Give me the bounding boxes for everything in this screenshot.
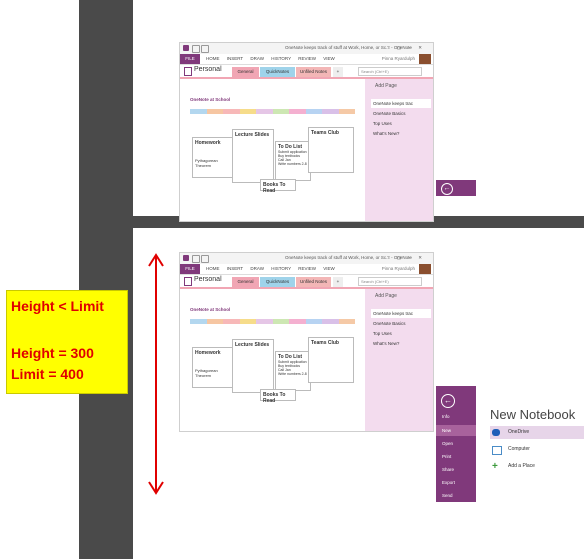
notebook-bar: Personal General QuickNotes Unfiled Note… [180,275,433,289]
tab-quicknotes[interactable]: QuickNotes [260,67,295,77]
page-item[interactable]: OneNote keeps trac [371,99,431,108]
left-dark-bar [79,0,133,559]
nav-share[interactable]: Share [442,467,454,472]
notebook-bar: Personal General QuickNotes Unfiled Note… [180,65,433,79]
color-strip [190,109,355,114]
undo-icon[interactable] [201,45,209,53]
onenote-window-top: OneNote keeps track of stuff at Work, Ho… [179,42,434,222]
height-arrow [148,253,164,495]
nav-export[interactable]: Export [442,480,455,485]
lecture-slides-box[interactable]: Lecture Slides [232,339,274,393]
title-bar: OneNote keeps track of stuff at Work, Ho… [180,43,433,54]
pages-panel: Add Page OneNote keeps trac OneNote Basi… [365,289,433,431]
new-notebook-heading: New Notebook [490,407,576,422]
nav-open[interactable]: Open [442,441,453,446]
teams-club-box[interactable]: Teams Club [308,337,354,383]
height-limit-note: Height < Limit Height = 300 Limit = 400 [6,290,128,394]
page-canvas: OneNote at School Homework Pythagorean T… [180,289,365,431]
window-controls[interactable]: ? ▢ − ✕ [387,255,425,261]
ribbon-tabs[interactable]: HOME INSERT DRAW HISTORY REVIEW VIEW [206,266,335,271]
tab-unfiled-notes[interactable]: Unfiled Notes [296,277,331,287]
search-input[interactable]: Search (Ctrl+E) [358,277,422,286]
tab-quicknotes[interactable]: QuickNotes [260,277,295,287]
back-icon[interactable] [192,45,200,53]
nav-info[interactable]: Info [442,414,450,419]
ribbon: FILE HOME INSERT DRAW HISTORY REVIEW VIE… [180,54,433,65]
page-item[interactable]: Top Uses [371,329,431,338]
notebook-icon [184,67,192,76]
add-page-button[interactable]: Add Page [375,83,397,89]
color-strip [190,319,355,324]
backstage-sidebar: ← [436,180,476,196]
page-item[interactable]: Top Uses [371,119,431,128]
ribbon: FILE HOME INSERT DRAW HISTORY REVIEW VIE… [180,264,433,275]
page-item[interactable]: What's New? [371,339,431,348]
option-add-place[interactable]: + Add a Place [490,460,584,473]
note-line-1: Height < Limit [11,298,104,314]
todo-box[interactable]: To Do List Submit application Buy textbo… [275,141,311,181]
books-box[interactable]: Books To Read [260,179,296,194]
books-box[interactable]: Books To Read [260,389,296,404]
backstage-panel-top: ← [436,180,584,196]
page-title: OneNote at School [190,307,231,312]
notebook-name[interactable]: Personal [194,66,222,73]
computer-icon [492,446,502,455]
window-controls[interactable]: ? ▢ − ✕ [387,45,425,51]
pages-panel: Add Page OneNote keeps trac OneNote Basi… [365,79,433,221]
avatar[interactable] [419,264,431,274]
user-name[interactable]: Pinna Ryardulph [382,266,415,271]
add-section-button[interactable]: + [333,67,343,77]
homework-box[interactable]: Homework Pythagorean Theorem [192,347,236,388]
backstage-sidebar: ← Info New Open Print Share Export Send [436,386,476,502]
plus-icon: + [492,461,498,472]
ribbon-tabs[interactable]: HOME INSERT DRAW HISTORY REVIEW VIEW [206,56,335,61]
onenote-logo-icon [183,45,189,51]
cloud-icon [492,429,500,436]
page-canvas: OneNote at School Homework Pythagorean T… [180,79,365,221]
page-item[interactable]: What's New? [371,129,431,138]
lecture-slides-box[interactable]: Lecture Slides [232,129,274,183]
title-bar: OneNote keeps track of stuff at Work, Ho… [180,253,433,264]
teams-club-box[interactable]: Teams Club [308,127,354,173]
back-arrow-icon[interactable]: ← [441,183,453,195]
onenote-logo-icon [183,255,189,261]
homework-box[interactable]: Homework Pythagorean Theorem [192,137,236,178]
note-line-3: Limit = 400 [11,366,84,382]
nav-send[interactable]: Send [442,493,453,498]
user-name[interactable]: Pinna Ryardulph [382,56,415,61]
undo-icon[interactable] [201,255,209,263]
tab-general[interactable]: General [232,67,259,77]
page-item[interactable]: OneNote keeps trac [371,309,431,318]
search-input[interactable]: Search (Ctrl+E) [358,67,422,76]
nav-print[interactable]: Print [442,454,451,459]
note-line-2: Height = 300 [11,345,94,361]
option-onedrive[interactable]: OneDrive [490,426,584,439]
page-item[interactable]: OneNote Basics [371,109,431,118]
page-item[interactable]: OneNote Basics [371,319,431,328]
option-computer[interactable]: Computer [490,443,584,456]
notebook-name[interactable]: Personal [194,276,222,283]
add-section-button[interactable]: + [333,277,343,287]
notebook-icon [184,277,192,286]
file-tab[interactable]: FILE [180,264,200,274]
onenote-window-bottom: OneNote keeps track of stuff at Work, Ho… [179,252,434,432]
add-page-button[interactable]: Add Page [375,293,397,299]
nav-new[interactable]: New [442,428,451,433]
todo-box[interactable]: To Do List Submit application Buy textbo… [275,351,311,391]
avatar[interactable] [419,54,431,64]
tab-unfiled-notes[interactable]: Unfiled Notes [296,67,331,77]
page-title: OneNote at School [190,97,231,102]
back-arrow-icon[interactable]: ← [441,394,455,408]
file-tab[interactable]: FILE [180,54,200,64]
back-icon[interactable] [192,255,200,263]
backstage-panel: ← Info New Open Print Share Export Send … [436,386,584,502]
tab-general[interactable]: General [232,277,259,287]
